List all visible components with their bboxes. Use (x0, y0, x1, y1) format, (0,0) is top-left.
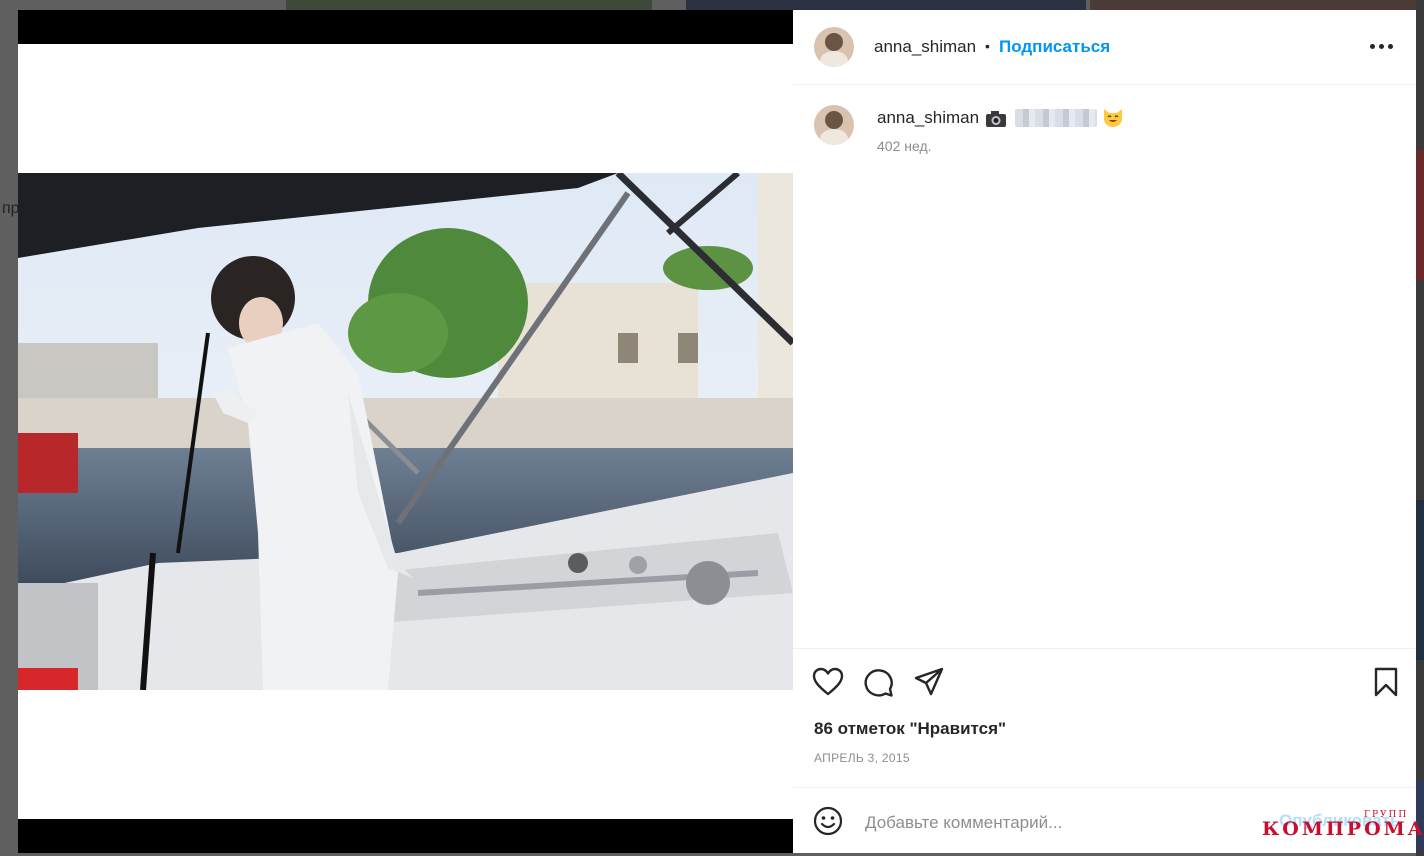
letterbox-bottom (18, 819, 793, 853)
camera-emoji-icon (985, 110, 1007, 133)
caption-avatar[interactable] (814, 105, 854, 145)
actions-divider (793, 648, 1416, 649)
post-header: anna_shiman • Подписаться (793, 10, 1416, 85)
bg-partial-text: пр (2, 200, 20, 217)
share-icon[interactable] (913, 666, 945, 698)
comment-icon[interactable] (863, 666, 895, 698)
header-username[interactable]: anna_shiman (874, 37, 976, 57)
post-side-panel: anna_shiman • Подписаться anna_shiman 40… (793, 10, 1416, 853)
bookmark-icon[interactable] (1370, 666, 1402, 698)
smiling-cat-emoji-icon (1102, 107, 1124, 132)
more-options-icon[interactable] (1367, 34, 1397, 58)
likes-count[interactable]: 86 отметок "Нравится" (814, 719, 1006, 739)
watermark-main-text: КОМПРОМАТ (1262, 818, 1424, 840)
bg-thumb[interactable] (286, 0, 652, 10)
comment-input[interactable] (863, 809, 1287, 837)
caption-username[interactable]: anna_shiman (877, 108, 979, 128)
bg-thumb[interactable] (1090, 0, 1416, 10)
separator-dot: • (985, 38, 990, 54)
post-media[interactable] (18, 10, 793, 853)
post-photo[interactable] (18, 173, 793, 690)
post-modal: anna_shiman • Подписаться anna_shiman 40… (18, 10, 1416, 853)
letterbox-top (18, 10, 793, 44)
avatar[interactable] (814, 27, 854, 67)
emoji-icon[interactable] (812, 805, 844, 837)
follow-button[interactable]: Подписаться (999, 37, 1110, 57)
post-date[interactable]: АПРЕЛЬ 3, 2015 (814, 751, 910, 765)
bg-right-edge (1416, 0, 1424, 856)
caption-time[interactable]: 402 нед. (877, 138, 932, 154)
bg-thumb[interactable] (686, 0, 1086, 10)
heart-icon[interactable] (812, 666, 844, 698)
blurred-caption-text (1015, 109, 1097, 127)
